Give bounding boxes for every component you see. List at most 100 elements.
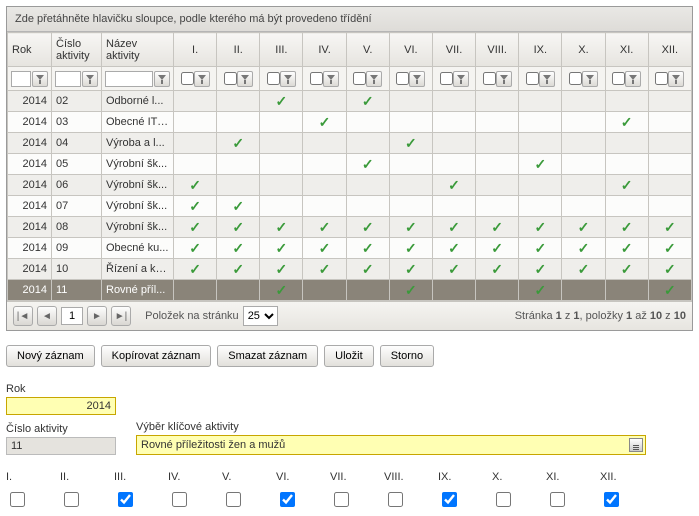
month-cell: ✓ [432,238,475,259]
col-header-month[interactable]: VIII. [476,33,519,67]
filter-icon[interactable] [496,71,512,87]
table-row[interactable]: 201404Výroba a l...✓✓ [8,133,692,154]
month-checkbox[interactable] [226,492,241,507]
month-checkbox[interactable] [604,492,619,507]
table-row[interactable]: 201410Řízení a ko...✓✓✓✓✓✓✓✓✓✓✓✓ [8,259,692,280]
check-icon: ✓ [319,220,331,234]
month-cell [260,154,303,175]
filter-check[interactable] [396,72,409,85]
cell: 2014 [8,217,52,238]
col-header-month[interactable]: IV. [303,33,346,67]
month-checkbox[interactable] [550,492,565,507]
filter-icon[interactable] [668,71,684,87]
save-button[interactable]: Uložit [324,345,374,367]
col-header-month[interactable]: XII. [648,33,691,67]
table-row[interactable]: 201403Obecné IT ...✓✓ [8,112,692,133]
month-cell [217,154,260,175]
filter-check[interactable] [181,72,194,85]
filter-icon[interactable] [237,71,253,87]
col-header-month[interactable]: III. [260,33,303,67]
month-checkbox[interactable] [64,492,79,507]
new-button[interactable]: Nový záznam [6,345,95,367]
filter-check[interactable] [440,72,453,85]
col-header-month[interactable]: VII. [432,33,475,67]
month-label: VI. [276,471,330,483]
month-checkbox[interactable] [442,492,457,507]
filter-check[interactable] [353,72,366,85]
table-row[interactable]: 201405Výrobní šk...✓✓ [8,154,692,175]
filter-check[interactable] [569,72,582,85]
filter-icon[interactable] [154,71,170,87]
check-icon: ✓ [232,262,244,276]
filter-icon[interactable] [409,71,425,87]
filter-input-nazev[interactable] [105,71,153,87]
cislo-label: Číslo aktivity [6,423,116,435]
col-header-month[interactable]: I. [174,33,217,67]
month-checkbox[interactable] [118,492,133,507]
table-row[interactable]: 201408Výrobní šk...✓✓✓✓✓✓✓✓✓✓✓✓ [8,217,692,238]
filter-check[interactable] [224,72,237,85]
col-header-month[interactable]: II. [217,33,260,67]
filter-check[interactable] [483,72,496,85]
delete-button[interactable]: Smazat záznam [217,345,318,367]
col-header-nazev[interactable]: Název aktivity [102,33,174,67]
filter-input-cislo[interactable] [55,71,81,87]
month-checkbox[interactable] [172,492,187,507]
vyber-select[interactable]: Rovné příležitosti žen a mužů [136,435,646,455]
month-cell: ✓ [174,175,217,196]
filter-icon[interactable] [625,71,641,87]
group-by-header[interactable]: Zde přetáhněte hlavičku sloupce, podle k… [7,7,692,32]
filter-icon[interactable] [32,71,48,87]
col-header-cislo[interactable]: Číslo aktivity [52,33,102,67]
filter-icon[interactable] [453,71,469,87]
filter-icon[interactable] [366,71,382,87]
cell: 11 [52,280,102,301]
cell: 2014 [8,175,52,196]
col-header-month[interactable]: V. [346,33,389,67]
filter-input-rok[interactable] [11,71,31,87]
check-icon: ✓ [664,262,676,276]
dropdown-icon[interactable] [629,438,643,452]
col-header-month[interactable]: VI. [389,33,432,67]
rok-field[interactable]: 2014 [6,397,116,415]
filter-icon[interactable] [82,71,98,87]
filter-check[interactable] [267,72,280,85]
table-row[interactable]: 201411Rovné příl...✓✓✓✓ [8,280,692,301]
month-checkbox[interactable] [496,492,511,507]
filter-icon[interactable] [323,71,339,87]
pager-first-icon[interactable]: |◄ [13,306,33,326]
pager-page-input[interactable] [61,307,83,325]
month-cell [217,280,260,301]
copy-button[interactable]: Kopírovat záznam [101,345,212,367]
filter-check[interactable] [310,72,323,85]
col-header-month[interactable]: IX. [519,33,562,67]
filter-icon[interactable] [280,71,296,87]
cell: 10 [52,259,102,280]
col-header-month[interactable]: XI. [605,33,648,67]
col-header-month[interactable]: X. [562,33,605,67]
filter-icon[interactable] [539,71,555,87]
month-cell: ✓ [432,175,475,196]
table-row[interactable]: 201409Obecné ku...✓✓✓✓✓✓✓✓✓✓✓✓ [8,238,692,259]
month-checkbox[interactable] [280,492,295,507]
table-row[interactable]: 201402Odborné l...✓✓ [8,91,692,112]
filter-row [8,67,692,91]
month-checkbox[interactable] [10,492,25,507]
filter-icon[interactable] [194,71,210,87]
filter-icon[interactable] [582,71,598,87]
month-checkbox[interactable] [388,492,403,507]
table-row[interactable]: 201406Výrobní šk...✓✓✓ [8,175,692,196]
col-header-rok[interactable]: Rok [8,33,52,67]
filter-check[interactable] [612,72,625,85]
check-icon: ✓ [405,241,417,255]
table-row[interactable]: 201407Výrobní šk...✓✓ [8,196,692,217]
pager-last-icon[interactable]: ►| [111,306,131,326]
filter-check[interactable] [526,72,539,85]
month-checkbox[interactable] [334,492,349,507]
cancel-button[interactable]: Storno [380,345,434,367]
pager-prev-icon[interactable]: ◄ [37,306,57,326]
pager-size-select[interactable]: 25 [243,306,278,326]
pager-next-icon[interactable]: ► [87,306,107,326]
month-cell [432,133,475,154]
filter-check[interactable] [655,72,668,85]
